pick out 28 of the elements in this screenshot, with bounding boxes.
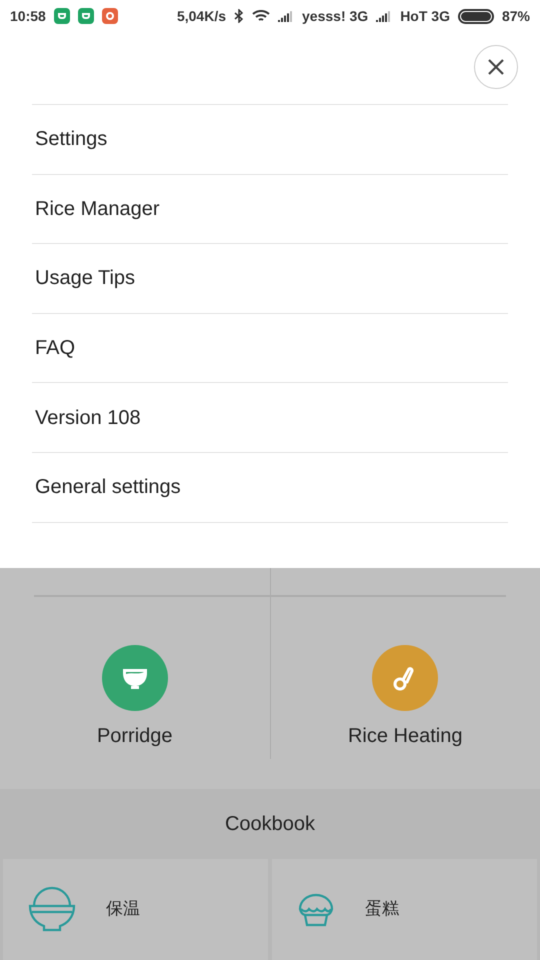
carrier-name: yesss! 3G [302, 6, 368, 26]
battery-icon [458, 8, 494, 24]
wifi-icon [252, 10, 270, 22]
signal-icon [278, 10, 294, 22]
menu-item[interactable]: FAQ [32, 314, 508, 384]
close-icon [487, 58, 505, 76]
menu-item[interactable]: Usage Tips [32, 244, 508, 314]
mode-tile[interactable]: Rice Heating [270, 596, 540, 789]
recipe-label: 蛋糕 [365, 898, 399, 920]
network-speed: 5,04K/s [176, 6, 226, 26]
mode-label: Porridge [96, 724, 173, 749]
battery-percentage: 87% [502, 6, 530, 26]
section-title: Cookbook [224, 812, 316, 837]
carrier-name: HoT 3G [400, 6, 450, 26]
recipe-card[interactable]: 蛋糕 [272, 858, 537, 960]
recipe-card[interactable]: 保温 [3, 858, 268, 960]
rice-bowl-icon [28, 886, 76, 932]
menu-item[interactable]: General settings [32, 452, 508, 523]
menu-item[interactable]: Settings [32, 105, 508, 175]
close-button[interactable] [474, 45, 518, 89]
recipe-label: 保温 [106, 898, 140, 920]
mode-tile[interactable]: Porridge [0, 596, 270, 759]
mode-label: Rice Heating [348, 724, 462, 749]
menu-item[interactable]: Version 108 [32, 383, 508, 453]
menu-item[interactable]: Rice Manager [32, 174, 508, 244]
bluetooth-icon [234, 9, 244, 23]
clock: 10:58 [10, 6, 46, 26]
signal-icon [376, 10, 392, 22]
